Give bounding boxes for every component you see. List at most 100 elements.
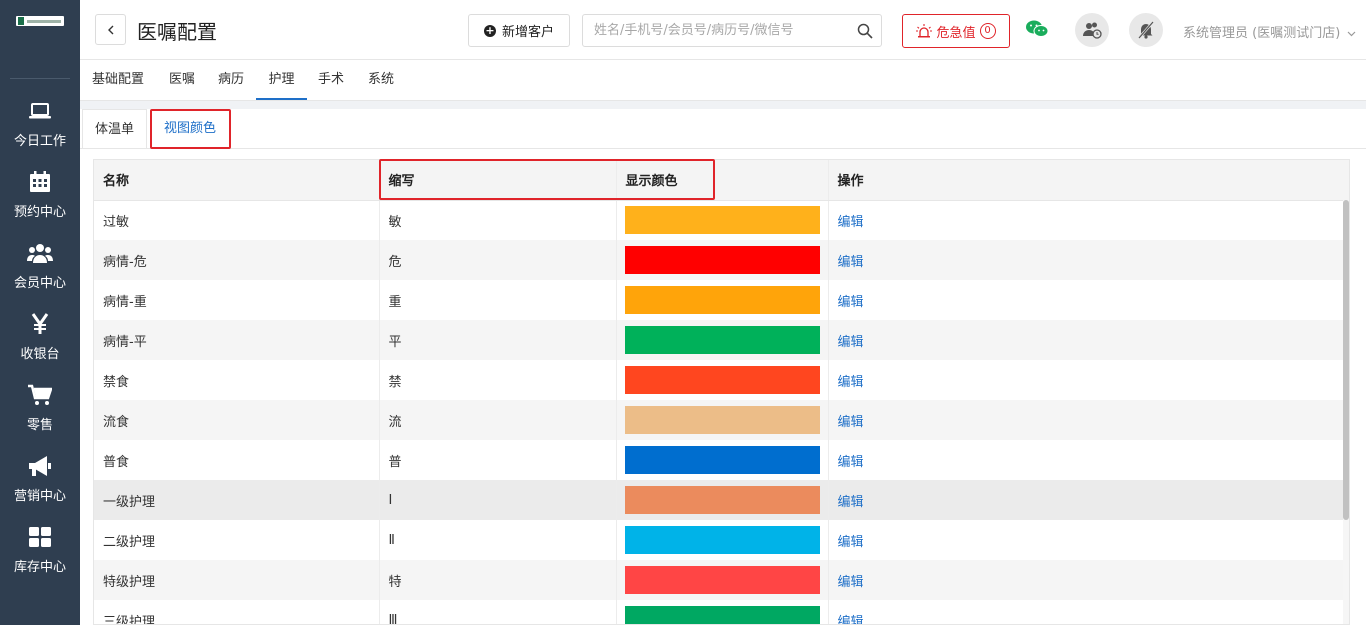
table-row: 病情-重重 编辑 [94, 280, 1349, 320]
bell-slash-icon [1138, 21, 1154, 39]
color-swatch [624, 246, 820, 274]
sidebar-item-label: 营销中心 [13, 489, 66, 504]
cell-name: 禁食 [94, 360, 380, 400]
column-header-color: 显示颜色 [616, 160, 829, 201]
cell-color [616, 200, 829, 240]
user-menu[interactable]: 系统管理员 (医嘱测试门店) [1183, 22, 1356, 41]
table-row: 二级护理 Ⅱ 编辑 [94, 520, 1349, 560]
color-swatch [624, 566, 820, 594]
sidebar-item-today-work[interactable]: 今日工作 [0, 92, 80, 163]
cell-abbr: 重 [379, 280, 617, 320]
back-button[interactable] [95, 14, 126, 45]
tab-nursing[interactable]: 护理 [256, 60, 307, 100]
cell-color [616, 280, 829, 320]
chevron-down-icon [1347, 31, 1356, 36]
critical-value-button[interactable]: 危急值 0 [902, 14, 1010, 48]
cell-abbr: 敏 [379, 200, 617, 240]
cell-abbr: 普 [379, 440, 617, 480]
color-swatch [624, 446, 820, 474]
brand-logo[interactable] [16, 16, 64, 26]
edit-link[interactable]: 编辑 [828, 200, 1349, 240]
cell-name: 过敏 [94, 200, 380, 240]
tab-system[interactable]: 系统 [368, 60, 394, 100]
tab-surgery[interactable]: 手术 [318, 60, 344, 100]
sidebar-item-appointment[interactable]: 预约中心 [0, 163, 80, 234]
cell-name: 三级护理 [94, 600, 380, 624]
table-row: 一级护理 Ⅰ 编辑 [94, 480, 1349, 520]
top-header: 医嘱配置 + 新增客户 危急值 0 系统管理员 (医嘱测试门店) [80, 0, 1366, 60]
color-table: 名称 缩写 显示颜色 操作 过敏敏编辑 病情-危危编辑 病情-重重编辑 病情-平平编辑… [93, 159, 1350, 625]
table-header-row: 名称 缩写 显示颜色 操作 [94, 160, 1349, 201]
config-tabs: 基础配置 医嘱 病历 护理 手术 系统 [80, 60, 1366, 101]
sidebar-item-cashier[interactable]: 收银台 [0, 305, 80, 376]
sidebar-item-label: 零售 [26, 418, 53, 433]
table-body: 过敏敏编辑 病情-危危编辑 病情-重重编辑 病情-平平编辑 禁食禁编辑 流食流编辑 普食普编… [94, 200, 1349, 624]
cell-name: 病情-危 [94, 240, 380, 280]
calendar-icon [27, 169, 53, 195]
table-row: 病情-危危 编辑 [94, 240, 1349, 280]
megaphone-icon [27, 453, 53, 479]
edit-link[interactable]: 编辑 [828, 440, 1349, 480]
alarm-light-icon [916, 24, 933, 38]
cell-color [616, 360, 829, 400]
table-row: 三级护理 Ⅲ 编辑 [94, 600, 1349, 624]
color-swatch [624, 286, 820, 314]
cell-name: 病情-重 [94, 280, 380, 320]
edit-link[interactable]: 编辑 [828, 240, 1349, 280]
edit-link[interactable]: 编辑 [828, 480, 1349, 520]
column-header-name: 名称 [94, 160, 380, 201]
cell-color [616, 560, 829, 600]
tab-medical-record[interactable]: 病历 [218, 60, 244, 100]
chevron-left-icon [107, 25, 113, 34]
scrollbar-thumb[interactable] [1343, 200, 1349, 520]
edit-link[interactable]: 编辑 [828, 280, 1349, 320]
edit-link[interactable]: 编辑 [828, 360, 1349, 400]
tab-basic-config[interactable]: 基础配置 [92, 60, 144, 100]
cell-name: 特级护理 [94, 560, 380, 600]
sidebar-item-retail[interactable]: 零售 [0, 376, 80, 447]
search-input[interactable] [583, 15, 843, 46]
edit-link[interactable]: 编辑 [828, 600, 1349, 624]
table-row: 流食流 编辑 [94, 400, 1349, 440]
color-swatch [624, 406, 820, 434]
table-row: 禁食禁 编辑 [94, 360, 1349, 400]
sidebar-divider [10, 78, 70, 79]
cell-abbr: Ⅱ [379, 520, 617, 560]
sidebar-item-inventory[interactable]: 库存中心 [0, 518, 80, 589]
customer-queue-button[interactable] [1075, 13, 1109, 47]
color-swatch [624, 326, 820, 354]
column-header-action: 操作 [828, 160, 1349, 201]
color-swatch [624, 526, 820, 554]
sidebar-item-members[interactable]: 会员中心 [0, 234, 80, 305]
sidebar-item-label: 收银台 [20, 347, 60, 362]
color-swatch [624, 366, 820, 394]
search-icon[interactable] [857, 23, 873, 43]
table-row: 病情-平平 编辑 [94, 320, 1349, 360]
cell-abbr: 流 [379, 400, 617, 440]
cell-abbr: 特 [379, 560, 617, 600]
tab-orders[interactable]: 医嘱 [169, 60, 195, 100]
add-customer-button[interactable]: + 新增客户 [468, 14, 570, 47]
sidebar-item-label: 库存中心 [13, 560, 66, 575]
edit-link[interactable]: 编辑 [828, 400, 1349, 440]
cell-color [616, 600, 829, 624]
cell-abbr: 平 [379, 320, 617, 360]
user-name: 系统管理员 (医嘱测试门店) [1183, 26, 1341, 41]
cell-abbr: Ⅰ [379, 480, 617, 520]
cell-color [616, 480, 829, 520]
edit-link[interactable]: 编辑 [828, 320, 1349, 360]
sidebar-item-label: 今日工作 [13, 134, 66, 149]
add-customer-label: 新增客户 [501, 25, 554, 40]
subtab-view-colors[interactable]: 视图颜色 [152, 109, 228, 149]
cell-name: 病情-平 [94, 320, 380, 360]
critical-value-label: 危急值 [936, 25, 976, 41]
notifications-button[interactable] [1129, 13, 1163, 47]
sidebar-item-marketing[interactable]: 营销中心 [0, 447, 80, 518]
table-row: 过敏敏 编辑 [94, 200, 1349, 240]
edit-link[interactable]: 编辑 [828, 520, 1349, 560]
search-box [582, 14, 882, 47]
grid-icon [27, 524, 53, 550]
edit-link[interactable]: 编辑 [828, 560, 1349, 600]
wechat-icon[interactable] [1025, 19, 1049, 43]
subtab-temperature-chart[interactable]: 体温单 [82, 109, 148, 149]
